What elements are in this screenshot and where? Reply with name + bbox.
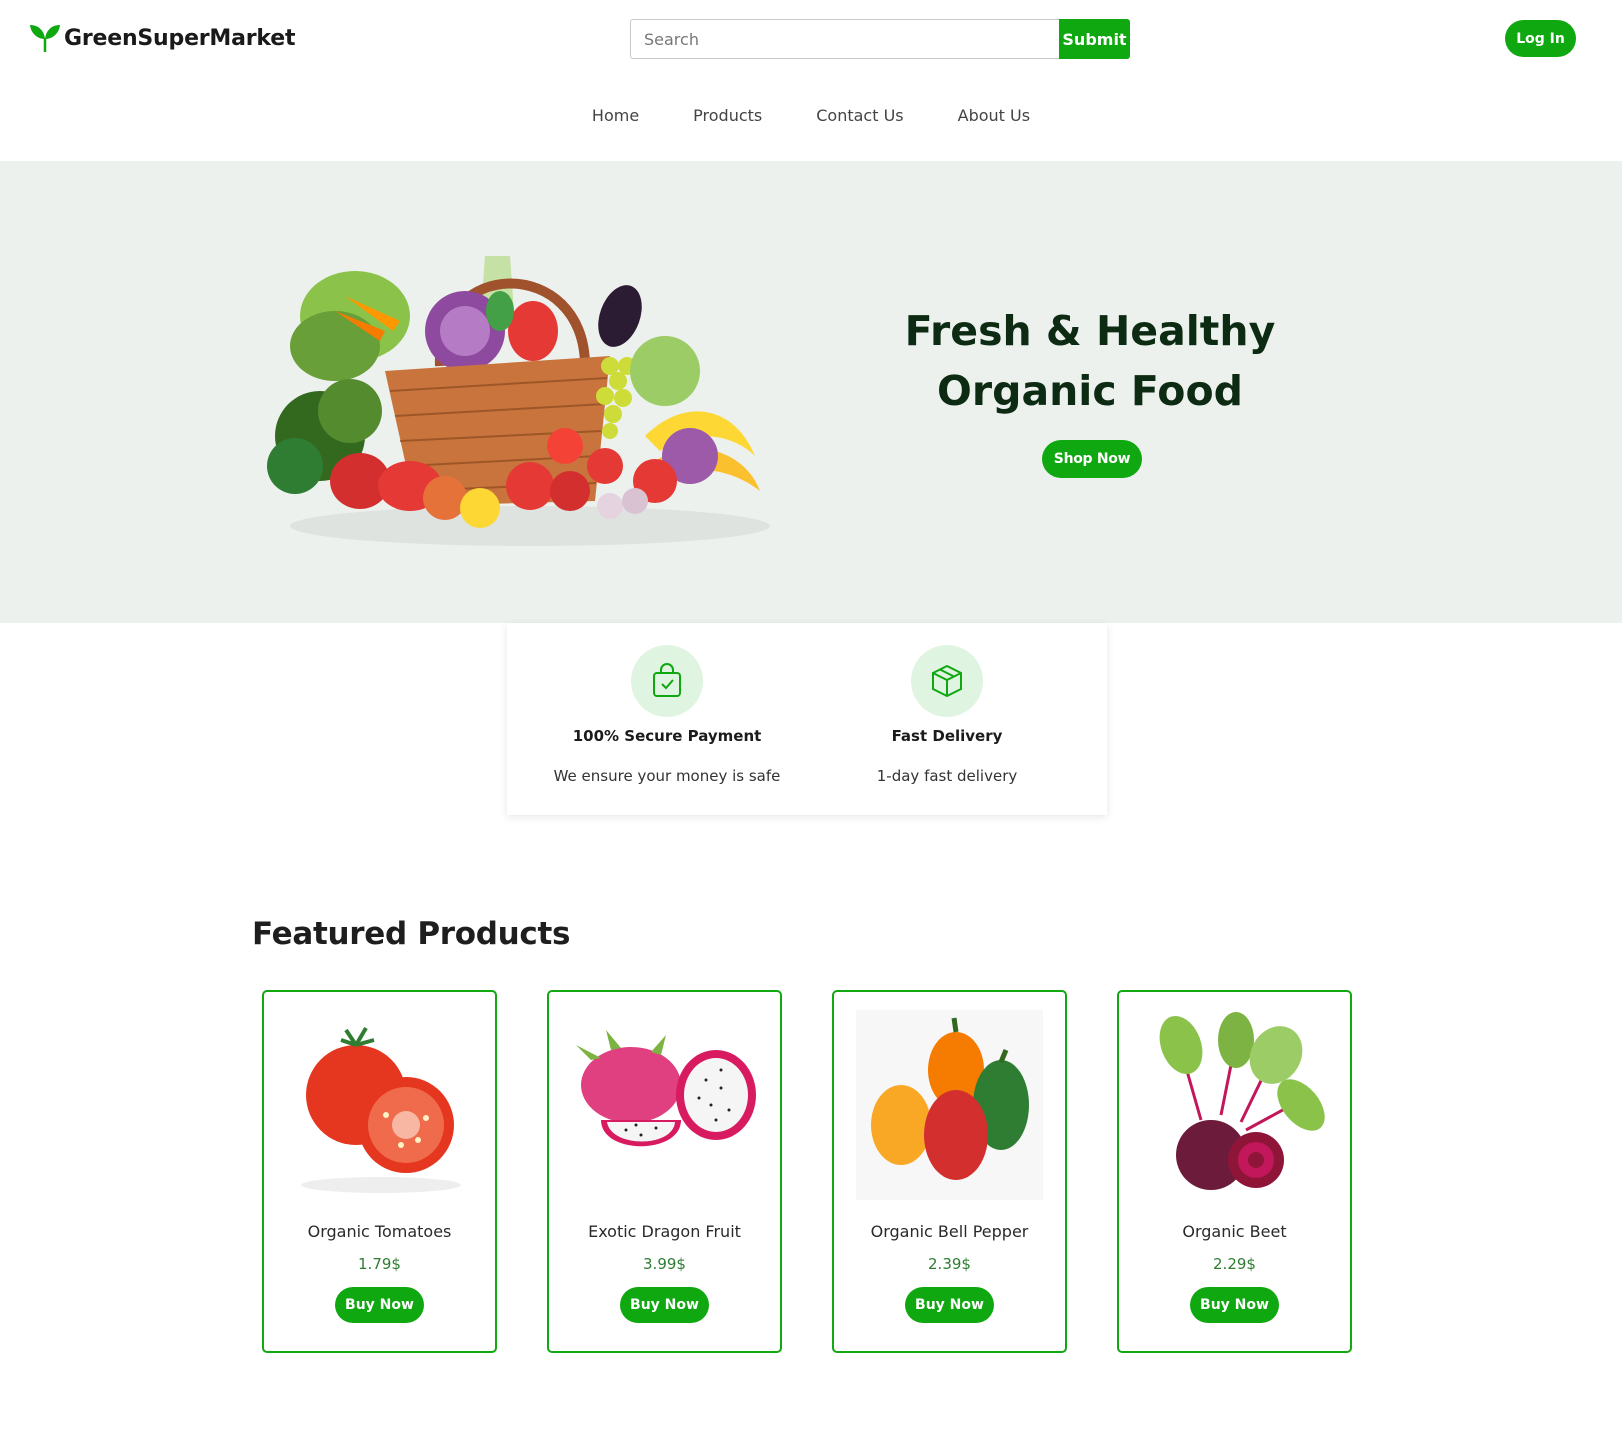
hero-title-line1: Fresh & Healthy	[904, 307, 1276, 355]
product-price: 3.99$	[643, 1255, 686, 1273]
product-name: Exotic Dragon Fruit	[588, 1222, 741, 1241]
nav-item-contact-us[interactable]: Contact Us	[816, 106, 903, 125]
hero-title: Fresh & Healthy Organic Food	[880, 301, 1300, 421]
box-package-icon	[911, 645, 983, 717]
hero-banner: Fresh & Healthy Organic Food Shop Now	[0, 161, 1622, 623]
product-name: Organic Tomatoes	[307, 1222, 452, 1241]
product-card-tomatoes[interactable]: Organic Tomatoes 1.79$ Buy Now	[262, 990, 497, 1353]
buy-now-button[interactable]: Buy Now	[1190, 1287, 1279, 1323]
login-button[interactable]: Log In	[1505, 20, 1576, 57]
product-card-dragon-fruit[interactable]: Exotic Dragon Fruit 3.99$ Buy Now	[547, 990, 782, 1353]
product-price: 2.29$	[1213, 1255, 1256, 1273]
nav-item-products[interactable]: Products	[693, 106, 762, 125]
beet-image	[1159, 1012, 1325, 1190]
product-price: 1.79$	[358, 1255, 401, 1273]
brand-logo[interactable]: GreenSuperMarket	[28, 22, 296, 54]
features-card: 100% Secure Payment We ensure your money…	[507, 623, 1107, 815]
hero-title-line2: Organic Food	[937, 367, 1243, 415]
search-submit-button[interactable]: Submit	[1059, 19, 1130, 59]
dragon-fruit-image	[576, 1030, 756, 1147]
nav-item-about-us[interactable]: About Us	[958, 106, 1030, 125]
product-card-beet[interactable]: Organic Beet 2.29$ Buy Now	[1117, 990, 1352, 1353]
nav-item-home[interactable]: Home	[592, 106, 639, 125]
buy-now-button[interactable]: Buy Now	[620, 1287, 709, 1323]
product-name: Organic Bell Pepper	[870, 1222, 1029, 1241]
search-input[interactable]	[630, 19, 1059, 59]
product-price: 2.39$	[928, 1255, 971, 1273]
shopping-bag-check-icon	[631, 645, 703, 717]
feature-secure-payment: 100% Secure Payment We ensure your money…	[527, 645, 807, 785]
leaf-logo-icon	[30, 25, 60, 52]
bell-pepper-image	[856, 1010, 1043, 1200]
featured-products-title: Featured Products	[252, 916, 571, 952]
brand-name: GreenSuperMarket	[64, 25, 296, 51]
feature-desc: 1-day fast delivery	[876, 767, 1018, 785]
site-header: GreenSuperMarket Submit Log In Home Prod…	[0, 0, 1622, 160]
search-form: Submit	[630, 19, 1130, 59]
feature-fast-delivery: Fast Delivery 1-day fast delivery	[807, 645, 1087, 785]
main-nav: Home Products Contact Us About Us	[0, 106, 1622, 125]
buy-now-button[interactable]: Buy Now	[335, 1287, 424, 1323]
feature-title: 100% Secure Payment	[572, 727, 762, 745]
feature-desc: We ensure your money is safe	[553, 767, 781, 785]
product-name: Organic Beet	[1182, 1222, 1287, 1241]
vegetable-basket-image	[267, 256, 770, 546]
shop-now-button[interactable]: Shop Now	[1042, 440, 1142, 478]
tomato-image	[301, 1026, 461, 1193]
buy-now-button[interactable]: Buy Now	[905, 1287, 994, 1323]
feature-title: Fast Delivery	[891, 727, 1003, 745]
product-card-bell-pepper[interactable]: Organic Bell Pepper 2.39$ Buy Now	[832, 990, 1067, 1353]
